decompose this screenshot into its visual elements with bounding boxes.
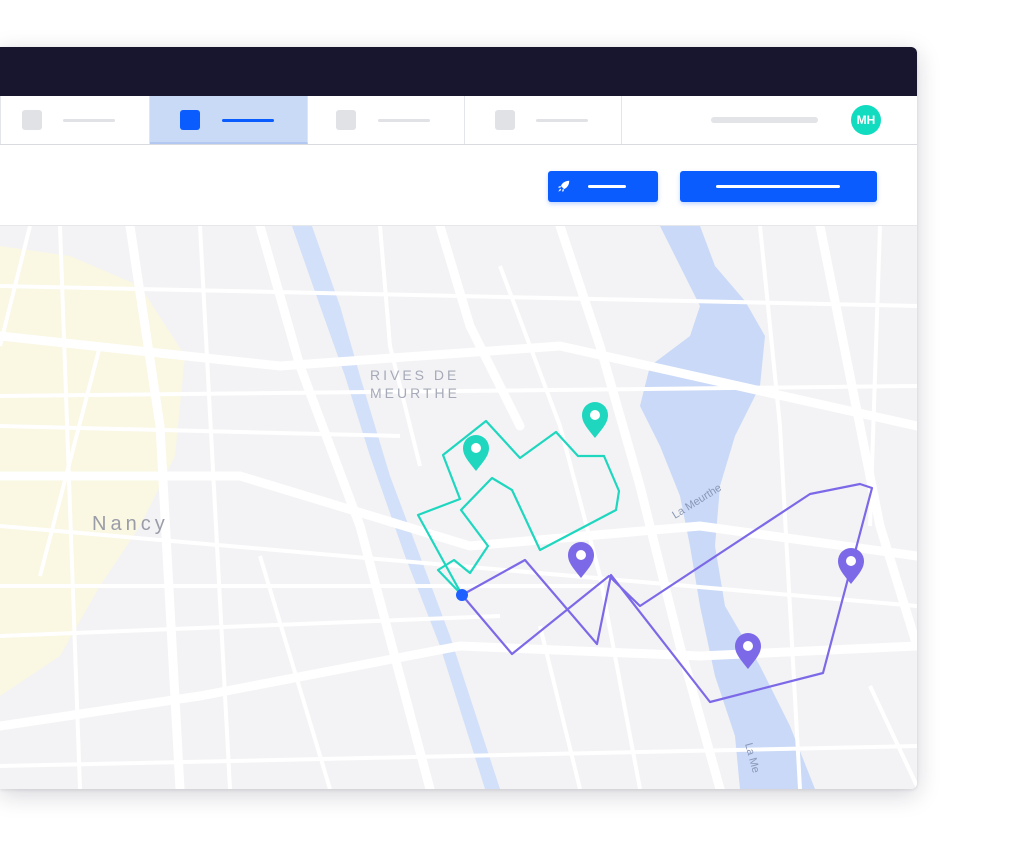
tab-icon [336,110,356,130]
map-pin-icon[interactable] [838,548,864,584]
toolbar [0,145,917,226]
tab-label-placeholder [63,119,115,122]
route-teal [416,419,621,596]
city-label: Nancy [92,513,169,535]
primary-label-placeholder [716,185,840,188]
title-bar [0,47,917,96]
district-label: RIVES DE [370,367,459,383]
tab-1[interactable] [1,96,150,144]
tab-label-placeholder [378,119,430,122]
tab-icon [495,110,515,130]
account-area: MH [622,96,917,144]
tab-3[interactable] [308,96,465,144]
tab-label-placeholder [222,119,274,122]
map-canvas: RIVES DE MEURTHE Nancy La Meurthe La Me [0,226,917,789]
map-pin-icon[interactable] [568,542,594,578]
map-pin-icon[interactable] [582,402,608,438]
tab-icon [22,110,42,130]
tab-2[interactable] [150,96,308,144]
primary-action-button[interactable] [680,171,877,202]
launch-label-placeholder [588,185,626,188]
tab-4[interactable] [465,96,622,144]
launch-button[interactable] [548,171,658,202]
tab-icon [180,110,200,130]
tab-label-placeholder [536,119,588,122]
tab-bar: MH [0,96,917,145]
district-label: MEURTHE [370,385,460,401]
rocket-icon [558,180,570,192]
origin-marker[interactable] [456,589,468,601]
avatar[interactable]: MH [851,105,881,135]
account-name-placeholder [711,117,818,123]
app-window: MH RIVES DE MEURTHE Nancy La Meurthe La … [0,47,917,789]
map-pin-icon[interactable] [463,435,489,471]
map-view[interactable]: RIVES DE MEURTHE Nancy La Meurthe La Me [0,226,917,789]
